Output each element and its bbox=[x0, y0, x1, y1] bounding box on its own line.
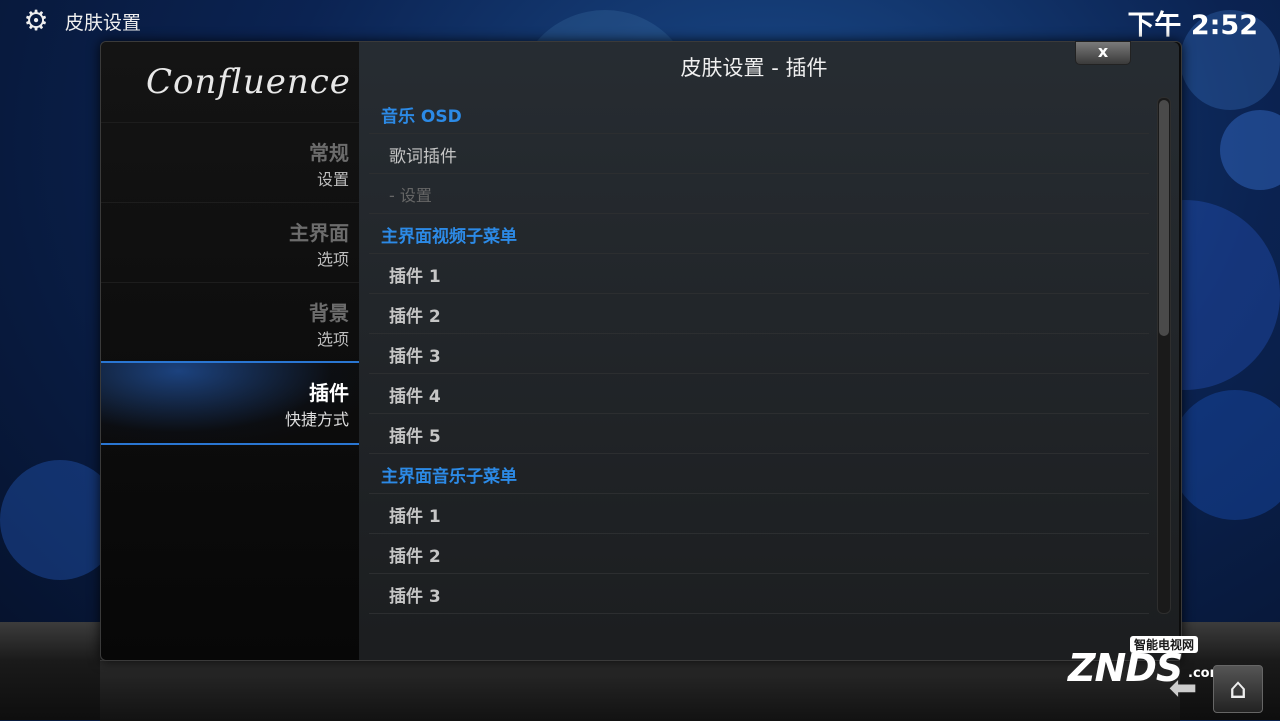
sidebar-item-subtitle: 设置 bbox=[316, 170, 349, 189]
sidebar-item-subtitle: 选项 bbox=[316, 250, 349, 269]
confluence-logo: Confluence bbox=[146, 62, 351, 102]
list-item-label: 插件 4 bbox=[389, 387, 441, 407]
home-icon[interactable]: ⌂ bbox=[1213, 665, 1263, 713]
list-item[interactable]: 插件 2 bbox=[369, 294, 1149, 334]
list-item-label: 插件 1 bbox=[389, 507, 441, 527]
sidebar-item-addons[interactable]: 插件 快捷方式 bbox=[101, 361, 359, 445]
list-item-disabled: - 设置 bbox=[369, 174, 1149, 214]
list-item[interactable]: 插件 5 bbox=[369, 414, 1149, 454]
list-item[interactable]: 歌词插件 bbox=[369, 134, 1149, 174]
list-item[interactable]: 插件 1 bbox=[369, 494, 1149, 534]
sidebar-item-subtitle: 选项 bbox=[316, 330, 349, 349]
list-item-label: 插件 1 bbox=[389, 267, 441, 287]
list-item[interactable]: 插件 3 bbox=[369, 574, 1149, 614]
section-header: 主界面视频子菜单 bbox=[369, 214, 1149, 254]
sidebar-item-subtitle: 快捷方式 bbox=[284, 410, 349, 429]
dialog-title: 皮肤设置 - 插件 bbox=[680, 56, 828, 80]
list-item-label: 插件 3 bbox=[389, 587, 441, 607]
top-bar: ⚙ 皮肤设置 下午 2:52 bbox=[0, 0, 1280, 42]
back-arrow-icon[interactable]: ⬅ bbox=[1160, 668, 1206, 708]
sidebar-item-general[interactable]: 常规 设置 bbox=[101, 122, 359, 203]
settings-list: 音乐 OSD 歌词插件 - 设置 主界面视频子菜单 插件 1 插件 2 插件 3… bbox=[369, 94, 1149, 614]
section-header: 主界面音乐子菜单 bbox=[369, 454, 1149, 494]
bottom-panel bbox=[100, 660, 1180, 721]
sidebar-item-title: 主界面 bbox=[289, 221, 349, 245]
gear-icon: ⚙ bbox=[23, 4, 49, 37]
section-header-label: 主界面视频子菜单 bbox=[381, 227, 517, 247]
section-header: 音乐 OSD bbox=[369, 94, 1149, 134]
list-item[interactable]: 插件 4 bbox=[369, 374, 1149, 414]
window-title: 皮肤设置 bbox=[65, 12, 142, 34]
content-panel: 皮肤设置 - 插件 音乐 OSD 歌词插件 - 设置 主界面视频子菜单 插件 1… bbox=[359, 42, 1179, 660]
list-item-label: 插件 5 bbox=[389, 427, 441, 447]
sidebar: Confluence 常规 设置 主界面 选项 背景 选项 插件 快捷方式 bbox=[101, 42, 359, 660]
sidebar-item-title: 常规 bbox=[309, 141, 349, 165]
sidebar-item-title: 背景 bbox=[309, 301, 349, 325]
list-item-label: 歌词插件 bbox=[389, 147, 457, 167]
scrollbar[interactable] bbox=[1157, 97, 1171, 614]
list-item[interactable]: 插件 2 bbox=[369, 534, 1149, 574]
close-button[interactable]: x bbox=[1075, 41, 1131, 65]
list-item-label: - 设置 bbox=[389, 186, 432, 205]
section-header-label: 音乐 OSD bbox=[381, 107, 462, 127]
scrollbar-thumb[interactable] bbox=[1159, 100, 1169, 336]
section-header-label: 主界面音乐子菜单 bbox=[381, 467, 517, 487]
list-item[interactable]: 插件 3 bbox=[369, 334, 1149, 374]
list-item[interactable]: 插件 1 bbox=[369, 254, 1149, 294]
list-item-label: 插件 2 bbox=[389, 547, 441, 567]
background-bokeh bbox=[1170, 390, 1280, 520]
skin-settings-dialog: Confluence 常规 设置 主界面 选项 背景 选项 插件 快捷方式 皮肤… bbox=[100, 41, 1182, 661]
sidebar-item-title: 插件 bbox=[309, 381, 349, 405]
clock: 下午 2:52 bbox=[1127, 10, 1258, 41]
list-item-label: 插件 2 bbox=[389, 307, 441, 327]
sidebar-item-home[interactable]: 主界面 选项 bbox=[101, 202, 359, 283]
list-item-label: 插件 3 bbox=[389, 347, 441, 367]
background-bokeh bbox=[1220, 110, 1280, 190]
sidebar-item-background[interactable]: 背景 选项 bbox=[101, 282, 359, 363]
